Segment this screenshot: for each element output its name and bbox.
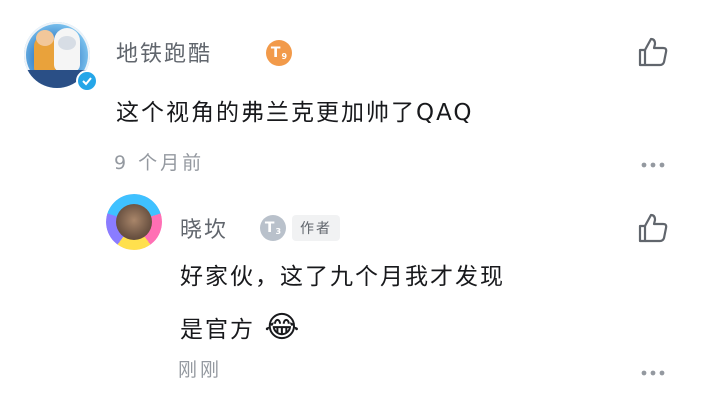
reply-avatar[interactable]	[106, 194, 162, 250]
like-button[interactable]	[636, 212, 670, 244]
level-badge: T9	[266, 40, 292, 66]
level-badge: T3	[260, 215, 286, 241]
reply-text-line1: 好家伙，这了九个月我才发现	[180, 264, 505, 290]
more-dots-icon	[641, 370, 665, 376]
author-tag: 作者	[292, 215, 340, 241]
thumbs-up-icon	[638, 213, 668, 243]
check-icon	[82, 77, 92, 86]
level-badge-number: 9	[281, 51, 288, 61]
thumbs-up-icon	[638, 37, 668, 67]
level-badge-number: 3	[275, 226, 282, 236]
reply-text-line2: 是官方 😂	[180, 310, 301, 345]
avatar-image	[116, 204, 152, 240]
level-badge-letter: T	[270, 45, 281, 61]
like-button[interactable]	[636, 36, 670, 68]
reply-text-content: 是官方	[180, 317, 255, 343]
avatar-figure	[34, 30, 56, 74]
comment-text: 这个视角的弗兰克更加帅了QAQ	[116, 100, 474, 126]
more-button[interactable]	[640, 154, 666, 173]
reply-username[interactable]: 晓坎	[180, 212, 228, 244]
reply-time: 刚刚	[178, 359, 223, 381]
more-button[interactable]	[640, 362, 666, 381]
comment-username[interactable]: 地铁跑酷	[116, 36, 212, 68]
verified-badge	[76, 70, 98, 92]
level-badge-letter: T	[264, 220, 275, 236]
laughing-emoji-icon: 😂	[264, 310, 302, 345]
comment-time: 9 个月前	[114, 152, 205, 174]
avatar-figure	[54, 28, 80, 72]
more-dots-icon	[641, 162, 665, 168]
